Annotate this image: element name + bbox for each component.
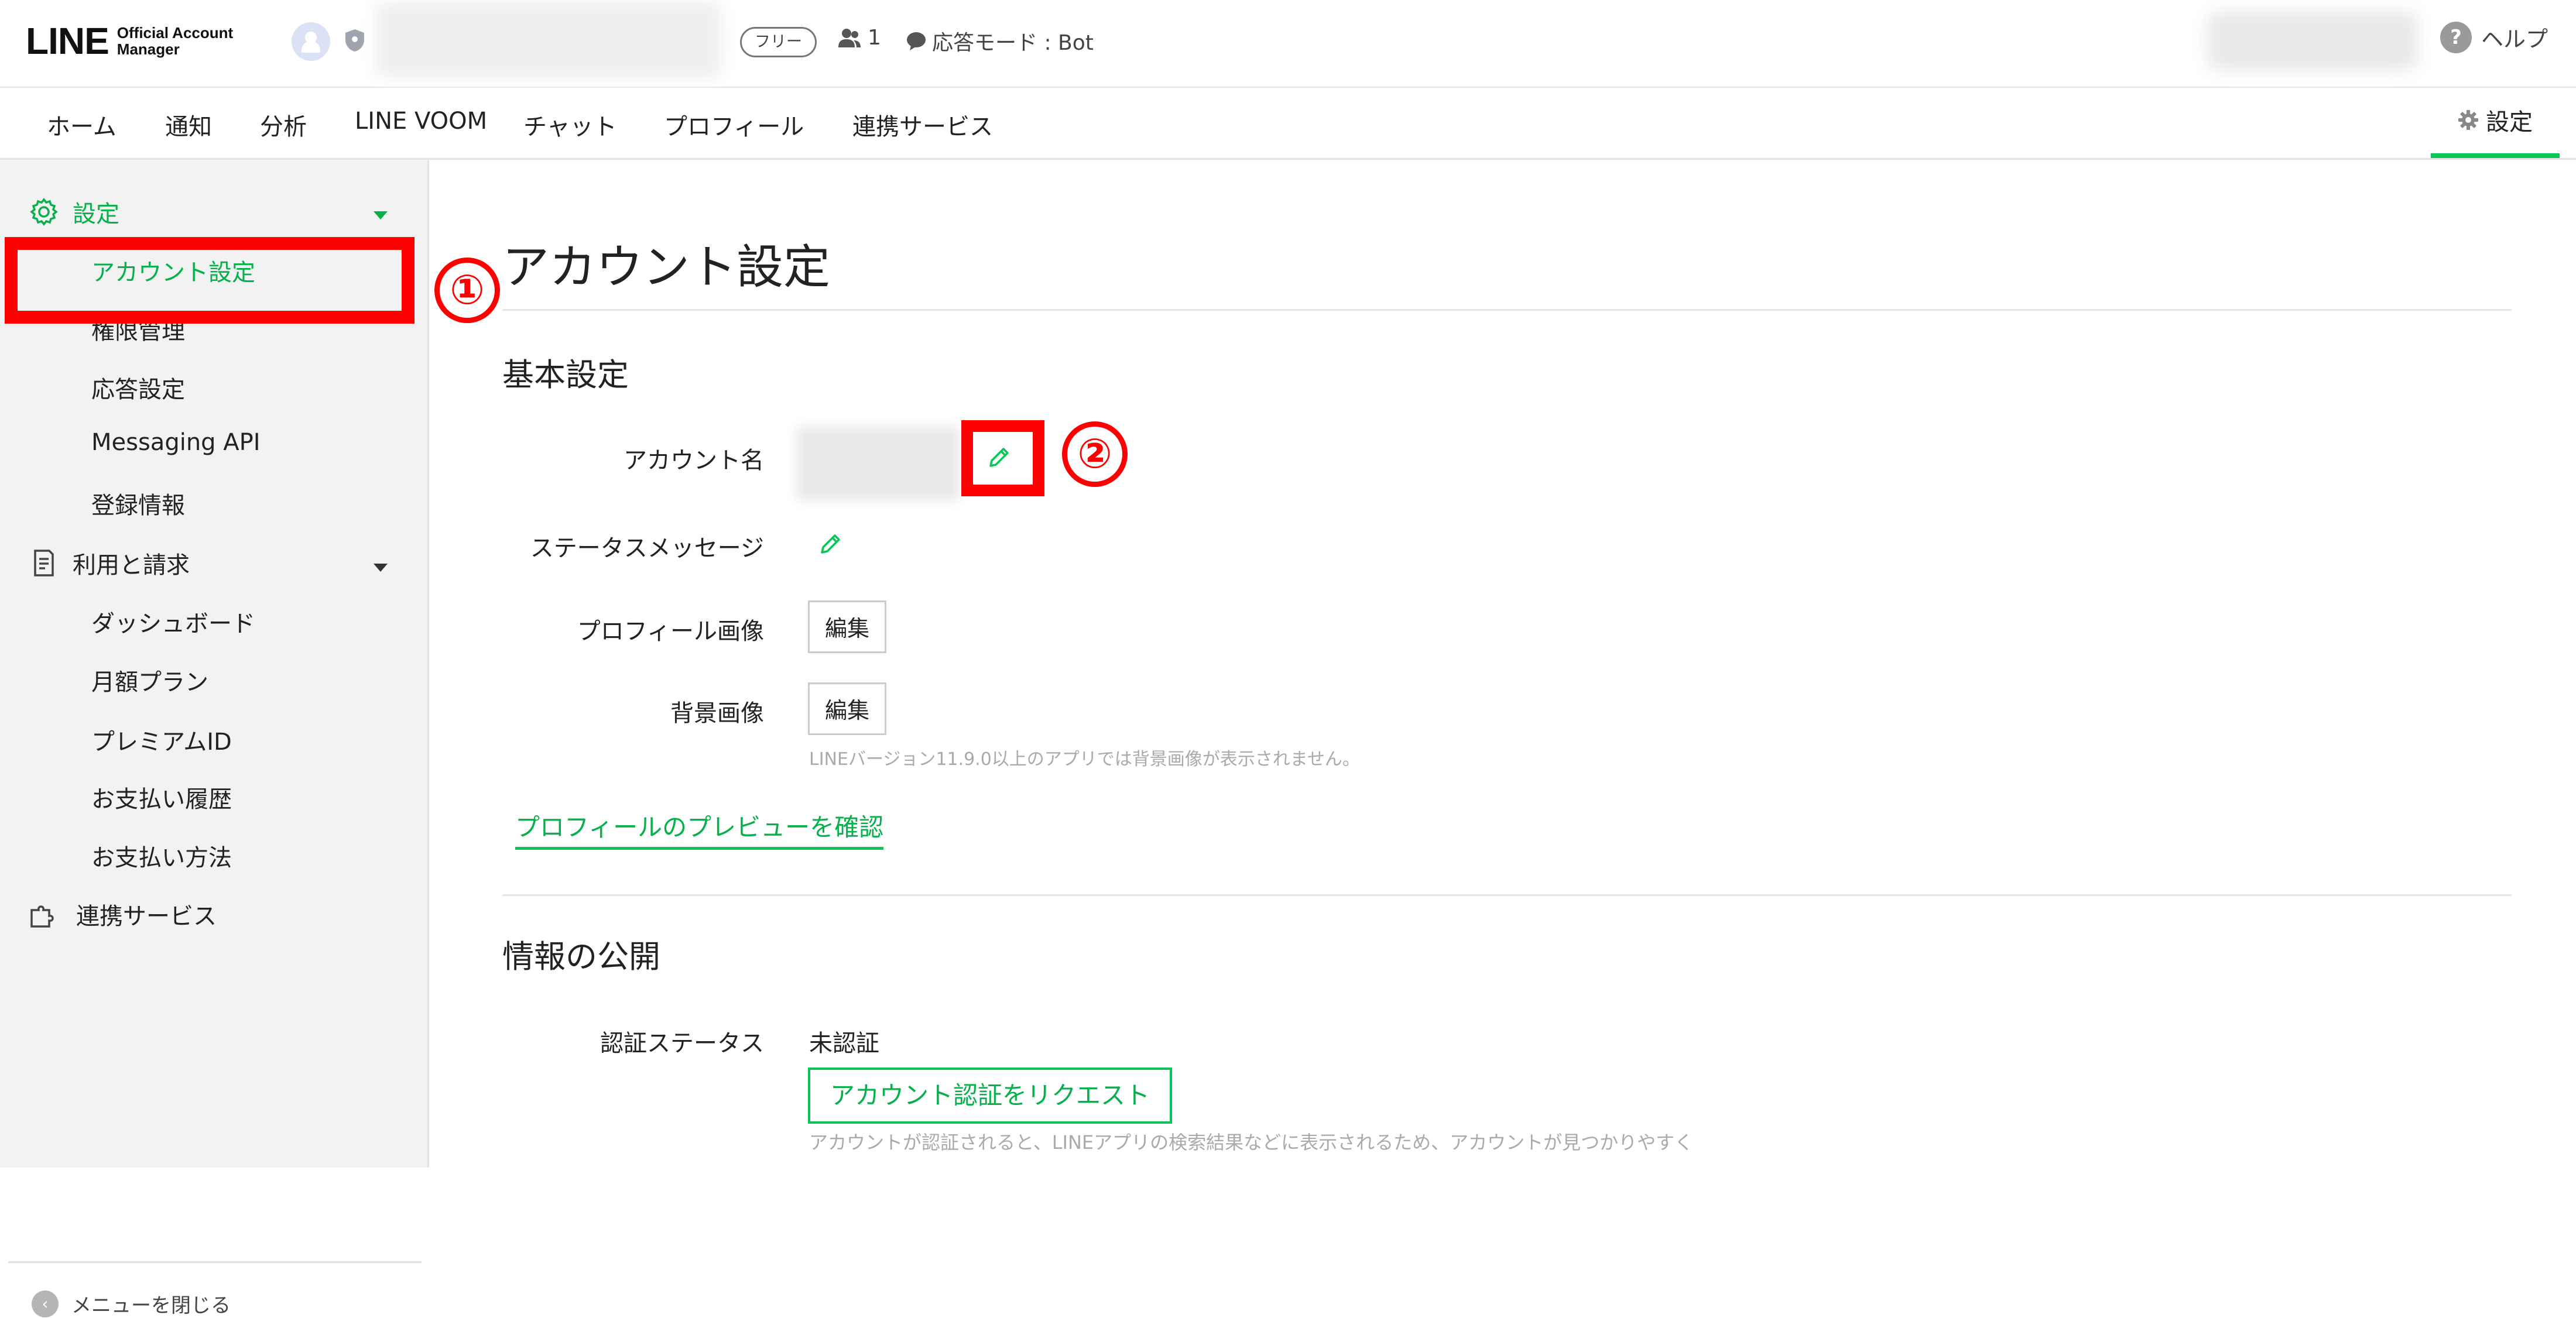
- auth-status-label: 認証ステータス: [600, 1030, 764, 1057]
- chat-bubble-icon: [907, 32, 926, 50]
- nav-chat[interactable]: チャット: [523, 108, 617, 142]
- title-divider: [502, 309, 2512, 311]
- annotation-marker-1: ①: [434, 258, 500, 323]
- sidebar-group-billing-label: 利用と請求: [73, 552, 190, 579]
- response-mode[interactable]: 応答モード : Bot: [906, 26, 1094, 56]
- background-image-edit-button[interactable]: 編集: [808, 682, 887, 735]
- annotation-marker-2: ②: [1062, 421, 1128, 487]
- sidebar-item-registration-info[interactable]: 登録情報: [91, 486, 185, 520]
- nav-line-voom[interactable]: LINE VOOM: [355, 108, 487, 135]
- user-menu-redacted[interactable]: [2207, 12, 2418, 70]
- logo-line-text: LINE: [26, 20, 109, 62]
- line-oa-manager-logo[interactable]: LINE Official Account Manager: [26, 22, 233, 60]
- auth-status-value: 未認証: [809, 1030, 879, 1057]
- profile-preview-link[interactable]: プロフィールのプレビューを確認: [515, 808, 884, 850]
- sidebar-item-messaging-api[interactable]: Messaging API: [91, 429, 261, 456]
- profile-image-label: プロフィール画像: [577, 618, 764, 645]
- sidebar-divider: [8, 1261, 422, 1263]
- nav-analytics[interactable]: 分析: [260, 108, 307, 142]
- auth-note: アカウントが認証されると、LINEアプリの検索結果などに表示されるため、アカウン…: [809, 1131, 1694, 1154]
- close-menu-label: メニューを閉じる: [71, 1294, 231, 1317]
- document-icon: [34, 550, 54, 576]
- logo-subtitle-line-1: Official Account: [117, 24, 234, 42]
- sidebar-item-premium-id[interactable]: プレミアムID: [91, 723, 232, 757]
- help-icon: ?: [2440, 21, 2472, 53]
- account-name-value-redacted: [796, 426, 960, 501]
- nav-profile[interactable]: プロフィール: [664, 108, 804, 142]
- gear-icon: [30, 198, 58, 226]
- annotation-highlight-edit-name: [961, 420, 1044, 496]
- sidebar-item-payment-method[interactable]: お支払い方法: [91, 839, 232, 873]
- sidebar-item-dashboard[interactable]: ダッシュボード: [91, 605, 255, 639]
- public-info-title: 情報の公開: [502, 938, 660, 975]
- chevron-left-icon: ‹: [32, 1290, 59, 1317]
- top-bar: LINE Official Account Manager フリー 1 応答モー…: [0, 0, 2576, 88]
- person-icon: [838, 28, 861, 47]
- sidebar-group-settings-label: 設定: [73, 201, 119, 228]
- logo-subtitle-line-2: Manager: [117, 40, 180, 58]
- logo-subtitle: Official Account Manager: [117, 25, 233, 57]
- gear-icon: [2458, 110, 2478, 130]
- nav-notifications[interactable]: 通知: [165, 108, 212, 142]
- pencil-icon[interactable]: [817, 531, 843, 557]
- follower-count: 1: [838, 26, 881, 50]
- sidebar-item-response-settings[interactable]: 応答設定: [91, 370, 185, 404]
- response-mode-label: 応答モード : Bot: [932, 31, 1094, 55]
- sidebar-group-integrations[interactable]: 連携サービス: [29, 897, 217, 931]
- follower-count-value: 1: [868, 26, 881, 50]
- caret-down-icon[interactable]: [374, 211, 388, 219]
- page-title: アカウント設定: [502, 240, 830, 294]
- basic-settings-title: 基本設定: [502, 356, 629, 393]
- close-menu-button[interactable]: ‹ メニューを閉じる: [32, 1289, 231, 1318]
- account-name-redacted[interactable]: [376, 2, 721, 77]
- sidebar-group-billing[interactable]: 利用と請求: [29, 546, 190, 580]
- plan-badge: フリー: [740, 27, 817, 57]
- caret-down-icon[interactable]: [374, 564, 388, 572]
- sidebar-item-monthly-plan[interactable]: 月額プラン: [91, 663, 208, 697]
- auth-request-button[interactable]: アカウント認証をリクエスト: [808, 1068, 1173, 1124]
- nav-settings[interactable]: 設定: [2431, 87, 2560, 158]
- sidebar-group-integrations-label: 連携サービス: [76, 903, 217, 930]
- profile-image-edit-button[interactable]: 編集: [808, 600, 887, 653]
- background-image-label: 背景画像: [670, 700, 764, 727]
- help-label: ヘルプ: [2481, 26, 2548, 52]
- nav-settings-label: 設定: [2486, 109, 2533, 136]
- account-name-label: アカウント名: [624, 447, 764, 474]
- puzzle-icon: [30, 905, 54, 928]
- section-divider: [502, 894, 2512, 896]
- nav-home[interactable]: ホーム: [47, 108, 117, 142]
- shield-icon: [345, 29, 364, 52]
- nav-integrations[interactable]: 連携サービス: [852, 108, 993, 142]
- help-link[interactable]: ? ヘルプ: [2440, 21, 2548, 53]
- annotation-highlight-account-settings: [5, 237, 415, 324]
- main-nav: ホーム 通知 分析 LINE VOOM チャット プロフィール 連携サービス 設…: [0, 87, 2576, 160]
- sidebar-group-settings[interactable]: 設定: [29, 195, 119, 229]
- background-image-note: LINEバージョン11.9.0以上のアプリでは背景画像が表示されません。: [809, 749, 1360, 770]
- sidebar-item-payment-history[interactable]: お支払い履歴: [91, 780, 232, 814]
- account-avatar[interactable]: [292, 22, 330, 61]
- status-message-label: ステータスメッセージ: [530, 535, 764, 562]
